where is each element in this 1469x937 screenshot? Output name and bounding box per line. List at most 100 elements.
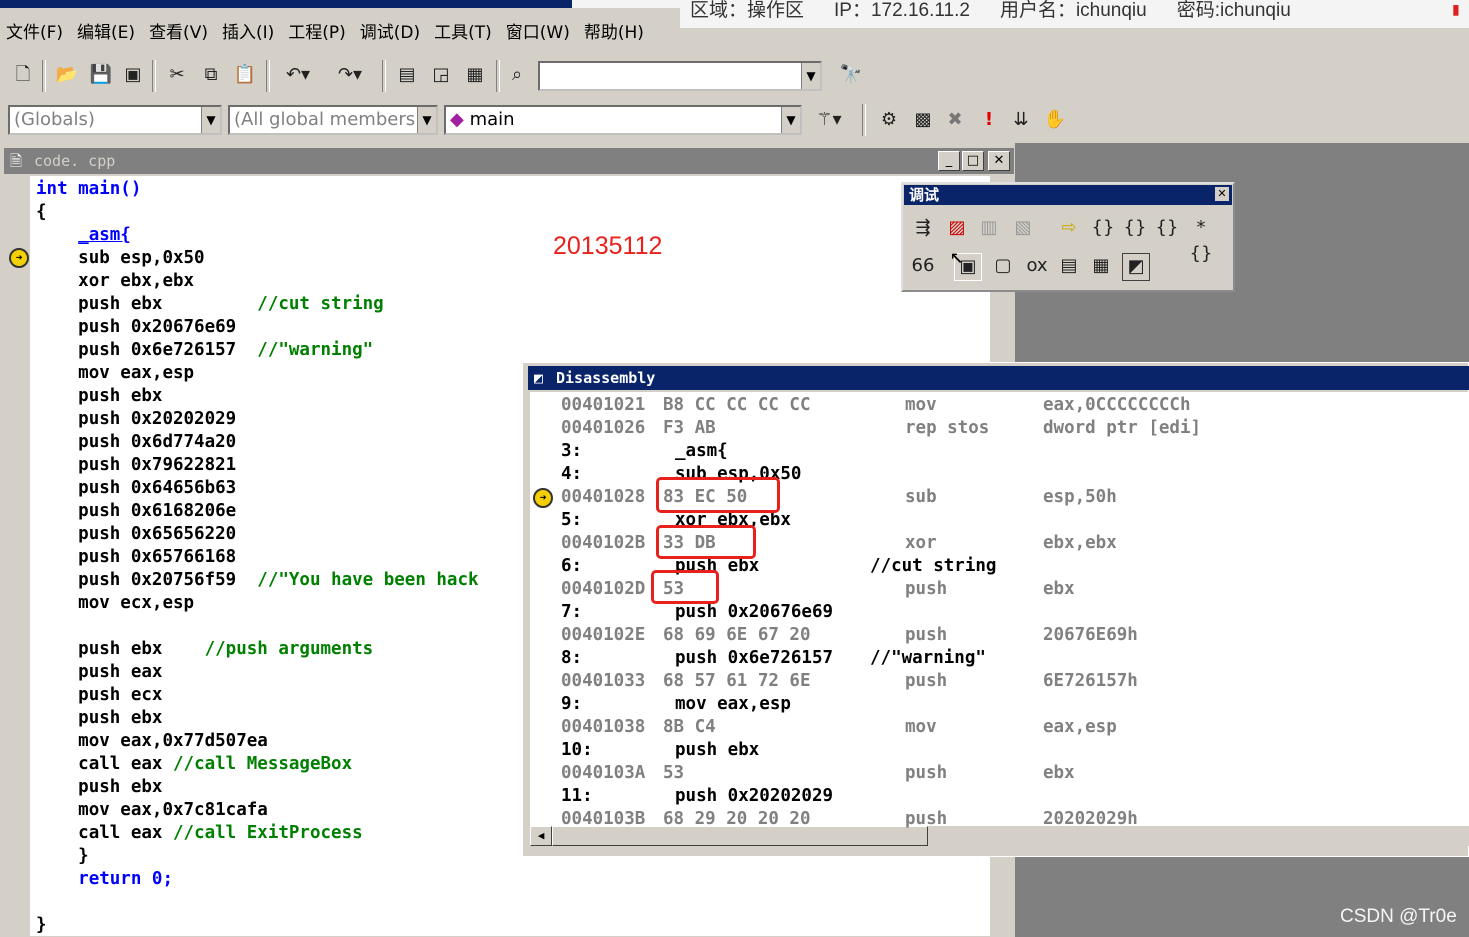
menu-debug[interactable]: 调试(D) — [360, 18, 420, 43]
breakpoint-gutter[interactable] — [6, 176, 30, 936]
chevron-down-icon[interactable]: ▼ — [801, 63, 820, 89]
restart-icon[interactable]: ⇶ — [910, 215, 936, 241]
cut-icon[interactable]: ✂ — [164, 62, 190, 88]
disassembly-window-icon: ◩ — [534, 369, 544, 387]
step-out-icon[interactable]: {} — [1154, 215, 1180, 241]
break-execution-icon[interactable]: ▥ — [976, 215, 1002, 241]
code-line: push ebx //cut string — [36, 293, 384, 316]
step-into-icon[interactable]: {} — [1090, 215, 1116, 241]
find-combo[interactable]: ▼ — [538, 61, 822, 91]
toolbar-separator — [42, 60, 46, 92]
instruction-mnemonic: xor — [905, 533, 937, 553]
highlight-box — [651, 570, 719, 604]
apply-code-changes-icon[interactable]: ▧ — [1010, 215, 1036, 241]
code-text: push 0x20202029 — [78, 409, 237, 429]
pin-icon: ▮ — [1452, 2, 1460, 18]
go-icon[interactable]: ⇊ — [1008, 107, 1034, 133]
open-folder-icon[interactable]: 📂 — [54, 62, 80, 88]
instruction-address: 00401033 — [561, 671, 646, 691]
instruction-mnemonic: push — [905, 579, 948, 599]
redo-icon[interactable]: ↷▾ — [330, 62, 370, 88]
registers-icon[interactable]: ox — [1024, 253, 1050, 279]
code-line: push 0x6168206e — [36, 500, 236, 523]
code-line: return 0; — [36, 868, 173, 891]
execute-icon[interactable]: ! — [976, 107, 1002, 133]
undo-icon[interactable]: ↶▾ — [278, 62, 318, 88]
instruction-operands: ebx — [1043, 579, 1075, 599]
stop-build-icon[interactable]: ✖ — [942, 107, 968, 133]
code-text: push ebx — [78, 777, 163, 797]
members-combo[interactable]: (All global members ▼ — [228, 105, 438, 135]
ip-label: IP：172.16.11.2 — [834, 0, 970, 21]
watermark: CSDN @Tr0e — [1340, 906, 1457, 927]
close-icon[interactable]: ✕ — [988, 151, 1010, 171]
compile-icon[interactable]: ⚙ — [876, 107, 902, 133]
new-file-icon[interactable]: 🗋 — [10, 62, 36, 88]
step-over-icon[interactable]: {} — [1122, 215, 1148, 241]
paste-icon[interactable]: 📋 — [232, 62, 258, 88]
save-all-icon[interactable]: ▣ — [120, 62, 146, 88]
run-to-cursor-icon[interactable]: *{} — [1188, 215, 1214, 264]
menu-help[interactable]: 帮助(H) — [584, 18, 644, 43]
minimize-icon[interactable]: _ — [938, 151, 960, 171]
save-icon[interactable]: 💾 — [88, 62, 114, 88]
code-text: return 0; — [78, 869, 173, 889]
instruction-bytes: 53 — [663, 763, 685, 783]
close-icon[interactable]: ✕ — [1215, 187, 1229, 201]
code-line: _asm{ — [36, 224, 131, 247]
code-line: push 0x6d774a20 — [36, 431, 236, 454]
code-text: push ecx — [78, 685, 163, 705]
instruction-mnemonic: push — [905, 671, 948, 691]
instruction-address: 00401026 — [561, 418, 646, 438]
chevron-down-icon[interactable]: ▼ — [417, 107, 436, 133]
instruction-mnemonic: mov — [905, 717, 937, 737]
code-line: } — [36, 914, 47, 937]
call-stack-icon[interactable]: ▦ — [1088, 253, 1114, 279]
build-icon[interactable]: ▩ — [910, 107, 936, 133]
function-combo[interactable]: ◆ main ▼ — [444, 105, 802, 135]
maximize-icon[interactable]: □ — [962, 151, 984, 171]
code-line: sub esp,0x50 — [36, 247, 204, 270]
student-id-annotation: 20135112 — [553, 232, 663, 260]
wizard-action-icon[interactable]: ⚚▾ — [806, 107, 852, 133]
source-line-number: 7: — [561, 602, 583, 622]
variables-icon[interactable]: ▢ — [990, 253, 1016, 279]
toolbar-separator — [382, 60, 386, 92]
menu-view[interactable]: 查看(V) — [149, 18, 208, 43]
code-text: push ebx — [78, 294, 163, 314]
output-icon[interactable]: ◲ — [428, 62, 454, 88]
menu-window[interactable]: 窗口(W) — [506, 18, 570, 43]
source-line-number: 11: — [561, 786, 593, 806]
chevron-down-icon[interactable]: ▼ — [781, 107, 800, 133]
scroll-left-icon[interactable]: ◀ — [530, 826, 552, 846]
workspace-icon[interactable]: ▤ — [394, 62, 420, 88]
show-next-statement-icon[interactable]: ⇨ — [1056, 215, 1082, 241]
code-line: push ebx — [36, 776, 162, 799]
find-icon[interactable]: 🔭 — [838, 62, 864, 88]
menu-file[interactable]: 文件(F) — [6, 18, 63, 43]
menu-edit[interactable]: 编辑(E) — [77, 18, 135, 43]
instruction-bytes: F3 AB — [663, 418, 716, 438]
standard-toolbar: 🗋 📂 💾 ▣ ✂ ⧉ 📋 ↶▾ ↷▾ ▤ ◲ ▦ ⌕ ▼ 🔭 — [0, 53, 1469, 99]
window-list-icon[interactable]: ▦ — [462, 62, 488, 88]
chevron-down-icon[interactable]: ▼ — [201, 107, 220, 133]
quickwatch-icon[interactable]: 66 — [910, 253, 936, 279]
find-in-files-icon[interactable]: ⌕ — [504, 62, 530, 88]
code-text: push eax — [78, 662, 163, 682]
stop-debugging-icon[interactable]: ▨ — [944, 215, 970, 241]
code-text: mov eax,0x7c81cafa — [78, 800, 268, 820]
class-combo[interactable]: (Globals) ▼ — [8, 105, 222, 135]
code-comment: //"warning" — [257, 340, 374, 360]
menu-insert[interactable]: 插入(I) — [222, 18, 274, 43]
code-window-title-bar: 🗎 code. cpp _ □ ✕ — [4, 148, 1014, 174]
copy-icon[interactable]: ⧉ — [198, 62, 224, 88]
disassembly-view[interactable] — [530, 392, 1469, 826]
source-line-text: push 0x20202029 — [675, 786, 834, 806]
menu-tools[interactable]: 工具(T) — [434, 18, 492, 43]
memory-icon[interactable]: ▤ — [1056, 253, 1082, 279]
menu-project[interactable]: 工程(P) — [288, 18, 346, 43]
disassembly-icon[interactable]: ◩ — [1122, 253, 1150, 281]
region-label: 区域：操作区 — [690, 0, 805, 21]
breakpoint-hand-icon[interactable]: ✋ — [1042, 107, 1068, 133]
code-line: xor ebx,ebx — [36, 270, 194, 293]
